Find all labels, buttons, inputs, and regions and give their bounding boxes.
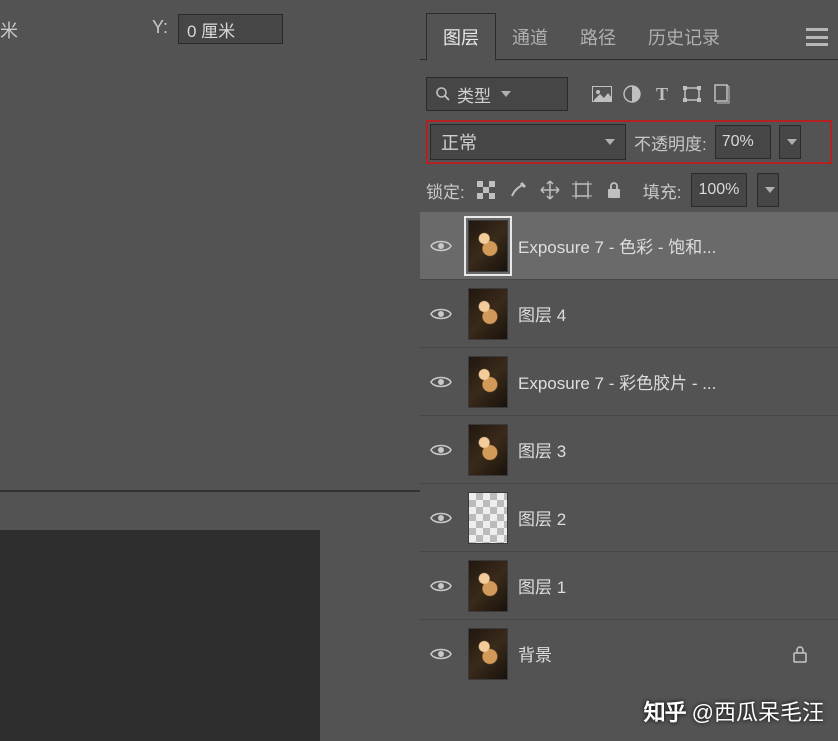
filter-shape-icon[interactable] (680, 82, 704, 106)
layer-name[interactable]: 图层 1 (518, 573, 838, 598)
layer-thumbnail[interactable] (468, 220, 508, 272)
blend-mode-dropdown[interactable]: 正常 (430, 124, 626, 160)
canvas-viewport[interactable] (0, 530, 320, 741)
search-icon (435, 86, 451, 102)
fill-stepper[interactable] (757, 173, 779, 207)
watermark-text: @西瓜呆毛汪 (692, 695, 824, 727)
chevron-down-icon (765, 187, 775, 193)
layer-thumbnail[interactable] (468, 288, 508, 340)
lock-image-icon[interactable] (507, 179, 529, 201)
filter-pixel-icon[interactable] (590, 82, 614, 106)
y-position-label: Y: (152, 17, 168, 38)
filter-type-icon[interactable]: T (650, 82, 674, 106)
options-bar-fragment: 米 Y: (0, 0, 420, 60)
layer-name[interactable]: Exposure 7 - 色彩 - 饱和... (518, 233, 838, 258)
layer-name[interactable]: Exposure 7 - 彩色胶片 - ... (518, 369, 838, 394)
opacity-label: 不透明度: (634, 130, 707, 155)
layer-item[interactable]: 图层 3 (420, 416, 838, 484)
lock-row: 锁定: 填充: (426, 172, 832, 208)
layer-item[interactable]: Exposure 7 - 彩色胶片 - ... (420, 348, 838, 416)
visibility-eye-icon[interactable] (430, 306, 458, 322)
watermark-logo: 知乎 (644, 695, 686, 727)
panel-tabs: 图层 通道 路径 历史记录 (420, 14, 838, 60)
tab-channels[interactable]: 通道 (496, 14, 564, 60)
filter-kind-dropdown[interactable]: 类型 (426, 77, 568, 111)
layer-thumbnail[interactable] (468, 560, 508, 612)
layer-thumbnail[interactable] (468, 492, 508, 544)
layer-item[interactable]: 图层 2 (420, 484, 838, 552)
opacity-input[interactable] (715, 125, 771, 159)
panel-menu-icon[interactable] (806, 28, 828, 46)
divider-horizontal (0, 490, 420, 492)
lock-label: 锁定: (426, 178, 465, 203)
tab-history[interactable]: 历史记录 (632, 14, 736, 60)
fill-label: 填充: (643, 178, 682, 203)
chevron-down-icon (605, 139, 615, 145)
visibility-eye-icon[interactable] (430, 646, 458, 662)
filter-adjust-icon[interactable] (620, 82, 644, 106)
blend-mode-value: 正常 (441, 129, 477, 155)
unit-fragment: 米 (0, 17, 40, 43)
lock-transparency-icon[interactable] (475, 179, 497, 201)
blend-mode-row: 正常 不透明度: (426, 120, 832, 164)
layer-thumbnail[interactable] (468, 628, 508, 680)
filter-smart-icon[interactable] (710, 82, 734, 106)
lock-icon (792, 645, 808, 663)
layer-thumbnail[interactable] (468, 424, 508, 476)
chevron-down-icon (501, 91, 511, 97)
layer-item[interactable]: Exposure 7 - 色彩 - 饱和... (420, 212, 838, 280)
layer-filter-row: 类型 T (426, 74, 832, 114)
layer-name[interactable]: 图层 2 (518, 505, 838, 530)
layer-name[interactable]: 图层 3 (518, 437, 838, 462)
opacity-stepper[interactable] (779, 125, 801, 159)
tab-paths[interactable]: 路径 (564, 14, 632, 60)
lock-position-icon[interactable] (539, 179, 561, 201)
y-position-input[interactable] (178, 14, 283, 44)
layer-thumbnail[interactable] (468, 356, 508, 408)
layers-list: Exposure 7 - 色彩 - 饱和... 图层 4 Exposure 7 - … (420, 212, 838, 685)
visibility-eye-icon[interactable] (430, 510, 458, 526)
layer-item[interactable]: 背景 (420, 620, 838, 685)
visibility-eye-icon[interactable] (430, 578, 458, 594)
lock-artboard-icon[interactable] (571, 179, 593, 201)
watermark: 知乎 @西瓜呆毛汪 (644, 695, 824, 727)
layer-item[interactable]: 图层 4 (420, 280, 838, 348)
fill-input[interactable] (691, 173, 747, 207)
layer-name[interactable]: 背景 (518, 641, 782, 666)
visibility-eye-icon[interactable] (430, 442, 458, 458)
layer-item[interactable]: 图层 1 (420, 552, 838, 620)
chevron-down-icon (787, 139, 797, 145)
lock-all-icon[interactable] (603, 179, 625, 201)
visibility-eye-icon[interactable] (430, 374, 458, 390)
layers-panel: 图层 通道 路径 历史记录 类型 T 正常 不透明度: 锁定: (420, 0, 838, 741)
filter-kind-label: 类型 (457, 82, 491, 107)
svg-text:T: T (656, 85, 668, 103)
layer-name[interactable]: 图层 4 (518, 301, 838, 326)
tab-layers[interactable]: 图层 (426, 13, 496, 61)
visibility-eye-icon[interactable] (430, 238, 458, 254)
